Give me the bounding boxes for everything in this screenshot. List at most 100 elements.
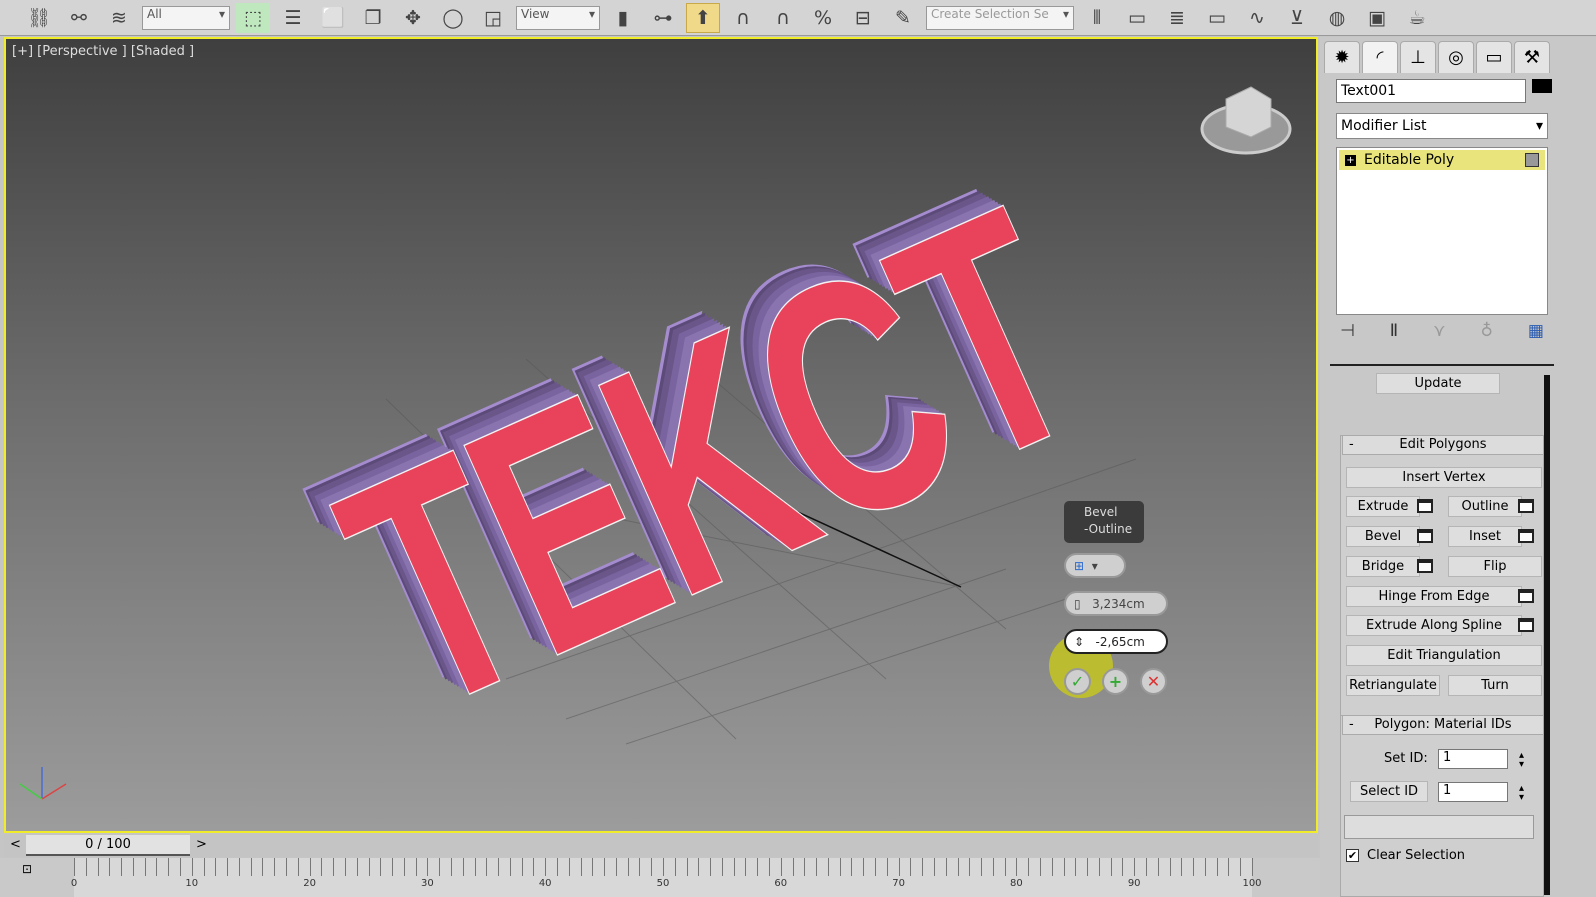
time-slider[interactable]: 0 / 100 [26, 835, 190, 856]
prev-frame-button[interactable]: < [10, 837, 21, 852]
extrude-button[interactable]: Extrude [1346, 496, 1420, 517]
mini-curve-editor-icon[interactable]: ⊡ [22, 862, 32, 876]
tick-mark [910, 858, 912, 876]
material-editor-icon[interactable]: ◍ [1320, 3, 1354, 33]
bevel-outline-field[interactable]: ⇕ -2,65cm [1064, 629, 1168, 654]
curve-editor-icon[interactable]: ∿ [1240, 3, 1274, 33]
scale-icon[interactable]: ◲ [476, 3, 510, 33]
edit-named-selection-icon[interactable]: ✎ [886, 3, 920, 33]
tick-mark [1016, 858, 1018, 876]
bevel-settings-icon[interactable] [1417, 529, 1433, 543]
tick-mark [1063, 858, 1065, 876]
configure-sets-icon[interactable]: ▦ [1528, 321, 1544, 341]
pin-stack-icon[interactable]: ⊣ [1340, 321, 1355, 341]
inset-button[interactable]: Inset [1448, 526, 1522, 547]
show-result-icon[interactable] [1525, 153, 1539, 167]
hierarchy-tab-icon[interactable]: ⊥ [1400, 41, 1436, 73]
retriangulate-button[interactable]: Retriangulate [1346, 675, 1440, 696]
hinge-settings-icon[interactable] [1518, 589, 1534, 603]
reference-coord-dropdown[interactable]: View ▾ [516, 5, 600, 30]
bevel-button[interactable]: Bevel [1346, 526, 1420, 547]
mirror-icon[interactable]: ⫴ [1080, 3, 1114, 33]
bind-spacewarp-icon[interactable]: ≋ [102, 3, 136, 33]
select-id-spinner-icon[interactable]: ▴ ▾ [1519, 784, 1524, 803]
pivot-center-icon[interactable]: ▮ [606, 3, 640, 33]
outline-settings-icon[interactable] [1518, 499, 1534, 513]
select-manipulate-icon[interactable]: ⊶ [646, 3, 680, 33]
select-by-name-icon[interactable]: ☰ [276, 3, 310, 33]
select-object-icon[interactable]: ⬚ [236, 2, 270, 33]
make-unique-icon[interactable]: ⋎ [1433, 321, 1445, 341]
modify-tab-icon[interactable]: ◜ [1362, 41, 1398, 73]
extrude-along-spline-button[interactable]: Extrude Along Spline [1346, 615, 1522, 636]
link-icon[interactable]: ⛓ [22, 3, 56, 33]
caddy-apply-button[interactable]: + [1102, 668, 1129, 695]
motion-tab-icon[interactable]: ◎ [1438, 41, 1474, 73]
tick-mark [721, 858, 723, 876]
viewport-label[interactable]: [+] [Perspective ] [Shaded ] [12, 44, 194, 59]
perspective-viewport[interactable]: TEKCT [+] [Perspective ] [Shaded ] Bevel… [4, 37, 1318, 833]
angle-snap-icon[interactable]: ∩ [766, 3, 800, 33]
unlink-icon[interactable]: ⚯ [62, 3, 96, 33]
outline-button[interactable]: Outline [1448, 496, 1522, 517]
rect-selection-icon[interactable]: ⬜ [316, 3, 350, 33]
tick-mark [992, 858, 994, 876]
extrude-spline-settings-icon[interactable] [1518, 618, 1534, 632]
expand-icon[interactable]: + [1345, 154, 1356, 166]
turn-button[interactable]: Turn [1448, 675, 1542, 696]
select-id-button[interactable]: Select ID [1350, 781, 1428, 802]
utilities-tab-icon[interactable]: ⚒ [1514, 41, 1550, 73]
bevel-height-field[interactable]: ▯ 3,234cm [1064, 591, 1168, 616]
insert-vertex-button[interactable]: Insert Vertex [1346, 467, 1542, 488]
edit-triangulation-button[interactable]: Edit Triangulation [1346, 645, 1542, 666]
tick-mark [238, 858, 240, 876]
inset-settings-icon[interactable] [1518, 529, 1534, 543]
next-frame-button[interactable]: > [196, 837, 207, 852]
render-setup-icon[interactable]: ▣ [1360, 3, 1394, 33]
material-ids-header[interactable]: - Polygon: Material IDs [1342, 715, 1544, 735]
hinge-from-edge-button[interactable]: Hinge From Edge [1346, 586, 1522, 607]
caddy-ok-button[interactable]: ✓ [1064, 668, 1091, 695]
edit-polygons-header[interactable]: - Edit Polygons [1342, 435, 1544, 455]
align-icon[interactable]: ▭ [1120, 3, 1154, 33]
object-color-swatch[interactable] [1532, 79, 1552, 93]
layer-manager-icon[interactable]: ≣ [1160, 3, 1194, 33]
flip-button[interactable]: Flip [1448, 556, 1542, 577]
rotate-icon[interactable]: ◯ [436, 3, 470, 33]
set-id-input[interactable]: 1 [1438, 749, 1508, 769]
clear-selection-checkbox[interactable]: ✔ [1346, 849, 1359, 862]
tick-mark [486, 858, 488, 876]
caddy-cancel-button[interactable]: ✕ [1140, 668, 1167, 695]
create-tab-icon[interactable]: ✹ [1324, 41, 1360, 73]
spinner-snap-icon[interactable]: ⊟ [846, 3, 880, 33]
modifier-list-dropdown[interactable]: Modifier List ▾ [1336, 113, 1548, 139]
schematic-view-icon[interactable]: ⊻ [1280, 3, 1314, 33]
scene-explorer-icon[interactable]: ▭ [1200, 3, 1234, 33]
remove-modifier-icon[interactable]: ♁ [1481, 321, 1493, 341]
keyboard-shortcut-override-icon[interactable]: ⬆ [686, 2, 720, 33]
bridge-button[interactable]: Bridge [1346, 556, 1420, 577]
named-selection-dropdown[interactable]: Create Selection Se ▾ [926, 5, 1074, 30]
display-tab-icon[interactable]: ▭ [1476, 41, 1512, 73]
set-id-spinner-icon[interactable]: ▴ ▾ [1519, 751, 1524, 770]
material-name-dropdown[interactable] [1344, 815, 1534, 839]
select-id-input[interactable]: 1 [1438, 782, 1508, 802]
percent-snap-icon[interactable]: % [806, 3, 840, 33]
tick-mark [604, 858, 606, 876]
bridge-settings-icon[interactable] [1417, 559, 1433, 573]
selection-filter-dropdown[interactable]: All ▾ [142, 5, 230, 30]
show-end-result-icon[interactable]: Ⅱ [1390, 321, 1398, 341]
viewcube[interactable] [1200, 86, 1292, 155]
bevel-type-dropdown[interactable]: ⊞ ▾ [1064, 553, 1126, 578]
extrude-settings-icon[interactable] [1417, 499, 1433, 513]
stack-item-editable-poly[interactable]: + Editable Poly [1339, 150, 1545, 170]
move-icon[interactable]: ✥ [396, 3, 430, 33]
snaps-toggle-icon[interactable]: ∩ [726, 3, 760, 33]
object-name-input[interactable]: Text001 [1336, 79, 1526, 103]
render-teapot-icon[interactable]: ☕ [1400, 3, 1434, 33]
window-crossing-icon[interactable]: ❐ [356, 3, 390, 33]
panel-scrollbar[interactable] [1544, 375, 1550, 895]
track-bar[interactable]: ⊡ 0 10 20 30 40 50 60 70 80 90 100 [0, 858, 1320, 897]
update-button[interactable]: Update [1376, 373, 1500, 394]
tick-mark [698, 858, 700, 876]
